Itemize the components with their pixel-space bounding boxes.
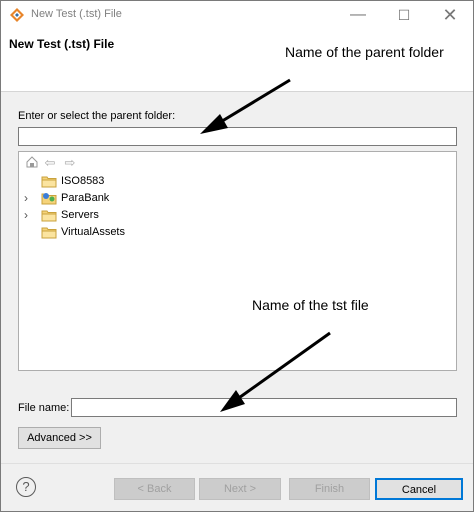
tree-item-label: VirtualAssets bbox=[61, 226, 125, 238]
help-icon[interactable]: ? bbox=[16, 477, 36, 497]
file-name-label: File name: bbox=[18, 402, 70, 414]
page-title: New Test (.tst) File bbox=[9, 37, 115, 51]
home-icon[interactable] bbox=[24, 155, 40, 171]
annotation-tst-file: Name of the tst file bbox=[252, 297, 369, 313]
folder-icon bbox=[41, 227, 57, 239]
parent-folder-label: Enter or select the parent folder: bbox=[18, 110, 176, 122]
project-icon bbox=[41, 193, 57, 205]
back-arrow-icon[interactable]: ⇦ bbox=[42, 155, 58, 171]
tree-item[interactable]: VirtualAssets bbox=[19, 224, 449, 241]
tree-item[interactable]: › Servers bbox=[19, 207, 449, 224]
tree-item-label: ISO8583 bbox=[61, 175, 105, 187]
folder-tree[interactable]: ⇦ ⇨ ISO8583 › ParaBank › Servers Virtual… bbox=[18, 151, 457, 371]
close-button[interactable]: ✕ bbox=[427, 1, 473, 29]
footer-divider bbox=[1, 463, 473, 464]
minimize-button[interactable]: — bbox=[335, 1, 381, 29]
app-logo-icon bbox=[10, 8, 24, 22]
folder-icon bbox=[41, 176, 57, 188]
next-button[interactable]: Next > bbox=[199, 478, 281, 500]
wizard-window: New Test (.tst) File — ☐ ✕ New Test (.ts… bbox=[0, 0, 474, 512]
tree-item[interactable]: ISO8583 bbox=[19, 173, 449, 190]
expand-chevron-icon[interactable]: › bbox=[24, 192, 34, 204]
folder-icon bbox=[41, 210, 57, 222]
tree-item-label: ParaBank bbox=[61, 192, 110, 204]
maximize-button[interactable]: ☐ bbox=[381, 1, 427, 29]
expand-chevron-icon[interactable]: › bbox=[24, 209, 34, 221]
window-title: New Test (.tst) File bbox=[31, 8, 122, 20]
wizard-header: New Test (.tst) File bbox=[1, 29, 473, 92]
parent-folder-input[interactable] bbox=[18, 127, 457, 146]
title-bar: New Test (.tst) File — ☐ ✕ bbox=[1, 1, 473, 29]
tree-item[interactable]: › ParaBank bbox=[19, 190, 449, 207]
tree-item-label: Servers bbox=[61, 209, 99, 221]
forward-arrow-icon[interactable]: ⇨ bbox=[62, 155, 78, 171]
annotation-parent-folder: Name of the parent folder bbox=[285, 44, 444, 60]
advanced-button[interactable]: Advanced >> bbox=[18, 427, 101, 449]
cancel-button[interactable]: Cancel bbox=[375, 478, 463, 500]
file-name-input[interactable] bbox=[71, 398, 457, 417]
back-button[interactable]: < Back bbox=[114, 478, 195, 500]
finish-button[interactable]: Finish bbox=[289, 478, 370, 500]
